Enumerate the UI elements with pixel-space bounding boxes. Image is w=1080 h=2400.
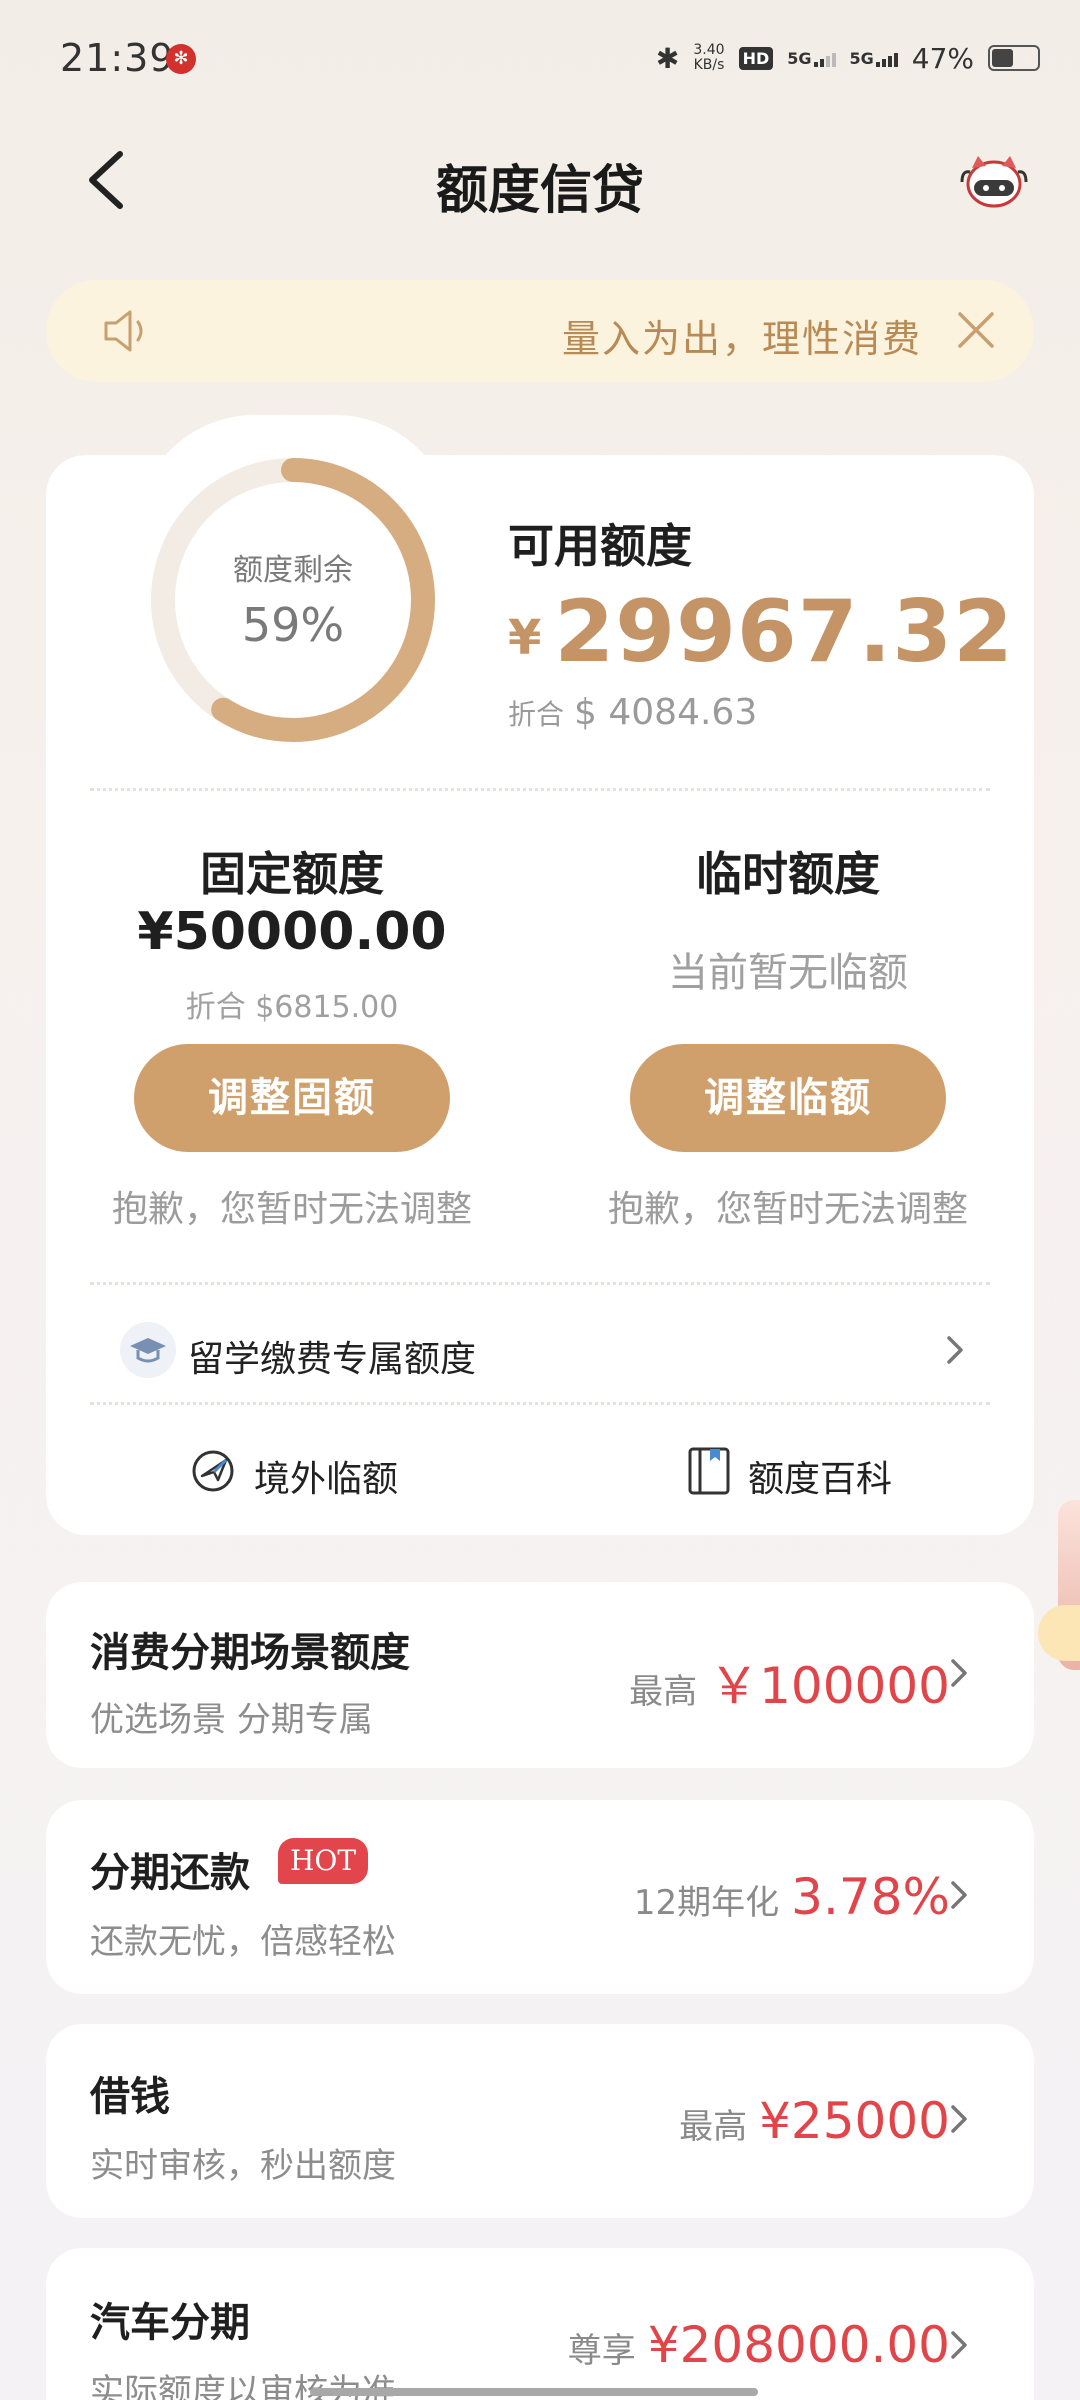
divider xyxy=(90,1402,990,1405)
product-highlight: 最高 ¥25000 xyxy=(679,2092,950,2150)
product-highlight: 最高 ￥100000 xyxy=(629,1657,950,1715)
available-credit-amount: ¥29967.32 xyxy=(508,582,1014,682)
ring-label: 额度剩余 xyxy=(233,553,353,588)
product-title: 消费分期场景额度 xyxy=(90,1630,410,1676)
temp-limit-title: 临时额度 xyxy=(696,847,880,901)
chevron-right-icon xyxy=(951,2331,967,2359)
chevron-right-icon xyxy=(951,2105,967,2133)
ring-percent: 59% xyxy=(241,598,345,652)
product-highlight: 12期年化 3.78% xyxy=(633,1868,950,1926)
battery-icon xyxy=(988,45,1040,71)
chevron-right-icon xyxy=(951,1881,967,1909)
fixed-limit-note: 抱歉，您暂时无法调整 xyxy=(111,1189,472,1230)
overseas-temp-limit-link[interactable]: 境外临额 xyxy=(254,1450,398,1502)
battery-percent: 47% xyxy=(911,41,974,75)
hot-badge: HOT xyxy=(278,1838,368,1884)
adjust-fixed-limit-button[interactable]: 调整固额 xyxy=(134,1044,450,1152)
network-speed: 3.40 KB/s xyxy=(693,42,725,73)
product-subtitle: 实时审核，秒出额度 xyxy=(90,2146,396,2186)
fixed-limit-conversion: 折合 $6815.00 xyxy=(185,990,399,1025)
chevron-right-icon xyxy=(947,1336,963,1364)
floating-promo-badge[interactable] xyxy=(1038,1605,1080,1661)
notice-text: 量入为出，理性消费 xyxy=(561,317,922,361)
divider xyxy=(90,1282,990,1285)
divider xyxy=(90,788,990,791)
product-title: 汽车分期 xyxy=(90,2300,250,2346)
close-notice-button[interactable] xyxy=(954,308,998,352)
speaker-icon xyxy=(104,310,143,352)
signal-icon-1: 5G xyxy=(787,49,836,67)
available-credit-conversion: 折合 $ 4084.63 xyxy=(508,692,758,733)
product-title: 分期还款 xyxy=(90,1850,250,1896)
book-icon xyxy=(688,1447,730,1495)
fixed-limit-title: 固定额度 xyxy=(200,847,384,901)
hd-icon: HD xyxy=(738,46,774,70)
overseas-plane-icon xyxy=(192,1450,234,1492)
bank-notification-icon: ✻ xyxy=(166,44,196,74)
customer-service-mascot-icon[interactable] xyxy=(958,148,1030,212)
graduation-cap-icon xyxy=(120,1322,176,1378)
product-highlight: 尊享 ¥208000.00 xyxy=(567,2316,950,2374)
credit-wiki-link[interactable]: 额度百科 xyxy=(748,1450,892,1502)
product-subtitle: 还款无忧，倍感轻松 xyxy=(90,1922,396,1962)
signal-icon-2: 5G xyxy=(850,49,898,67)
status-time: 21:39 xyxy=(60,36,175,80)
status-icons: ✱ 3.40 KB/s HD 5G 5G 47% xyxy=(656,38,1040,78)
bluetooth-icon: ✱ xyxy=(655,41,680,75)
temp-limit-note: 抱歉，您暂时无法调整 xyxy=(607,1189,968,1230)
adjust-temp-limit-button[interactable]: 调整临额 xyxy=(630,1044,946,1152)
home-indicator[interactable] xyxy=(310,2388,758,2396)
notice-bar: 量入为出，理性消费 xyxy=(46,280,1034,382)
study-abroad-limit-label: 留学缴费专属额度 xyxy=(188,1339,477,1380)
page-title: 额度信贷 xyxy=(435,161,644,221)
temp-limit-status: 当前暂无临额 xyxy=(668,950,908,996)
product-title: 借钱 xyxy=(90,2074,170,2120)
chevron-right-icon xyxy=(951,1659,967,1687)
available-credit-title: 可用额度 xyxy=(508,519,692,573)
product-subtitle: 优选场景 分期专属 xyxy=(90,1700,373,1740)
fixed-limit-amount: ¥50000.00 xyxy=(137,902,447,962)
